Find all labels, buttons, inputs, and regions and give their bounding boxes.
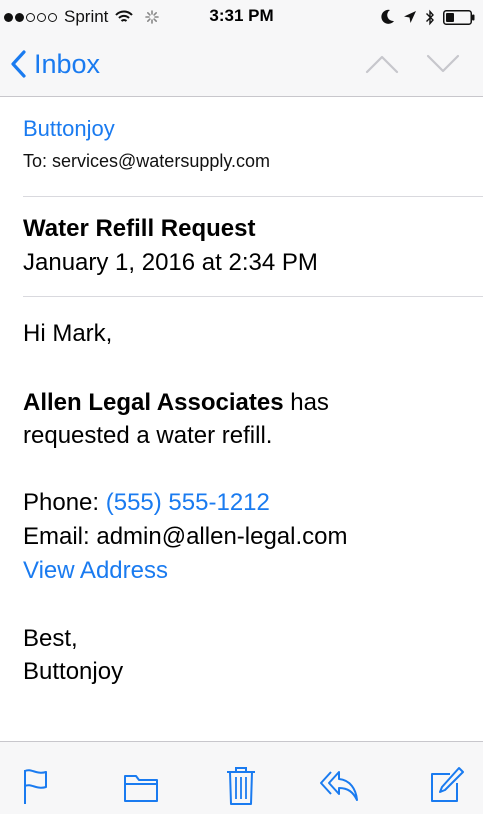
phone-number-link[interactable]: (555) 555-1212: [106, 489, 270, 516]
request-line-2: requested a water refill.: [23, 422, 273, 449]
recipient-line: To: services@watersupply.com: [23, 151, 271, 171]
flag-icon[interactable]: [19, 766, 59, 806]
chevron-left-icon: [11, 50, 26, 78]
signoff-text: Best,: [23, 625, 78, 652]
request-line-1-tail: has: [283, 389, 329, 416]
view-address-link[interactable]: View Address: [23, 555, 168, 586]
compose-icon[interactable]: [424, 766, 464, 806]
trash-icon[interactable]: [221, 766, 261, 806]
greeting-text: Hi Mark,: [23, 320, 113, 347]
request-line-1: Allen Legal Associates has: [23, 387, 329, 418]
battery-icon: [443, 9, 475, 25]
sender-name[interactable]: Buttonjoy: [23, 116, 115, 142]
folder-icon[interactable]: [121, 766, 161, 806]
message-date: January 1, 2016 at 2:34 PM: [23, 249, 318, 276]
header-divider: [23, 196, 483, 197]
phone-line: Phone: (555) 555-1212: [23, 487, 270, 518]
phone-label: Phone:: [23, 489, 106, 516]
email-line: Email: admin@allen-legal.com: [23, 523, 348, 550]
status-right: [381, 7, 475, 27]
back-button-label: Inbox: [34, 48, 101, 79]
location-arrow-icon: [404, 11, 416, 23]
navigation-bar: Inbox: [0, 34, 483, 97]
message-subject: Water Refill Request: [23, 215, 256, 242]
back-to-inbox-button[interactable]: Inbox: [10, 46, 100, 82]
bluetooth-icon: [426, 9, 434, 25]
status-bar: Sprint 3:31 PM: [0, 0, 483, 34]
reply-icon[interactable]: [319, 766, 359, 806]
signature-text: Buttonjoy: [23, 658, 124, 685]
bottom-toolbar: [0, 741, 483, 814]
subject-divider: [23, 296, 483, 297]
previous-message-chevron-up-icon[interactable]: [364, 52, 400, 76]
moon-icon: [381, 9, 394, 24]
company-name: Allen Legal Associates: [23, 389, 284, 416]
next-message-chevron-down-icon[interactable]: [425, 52, 461, 76]
